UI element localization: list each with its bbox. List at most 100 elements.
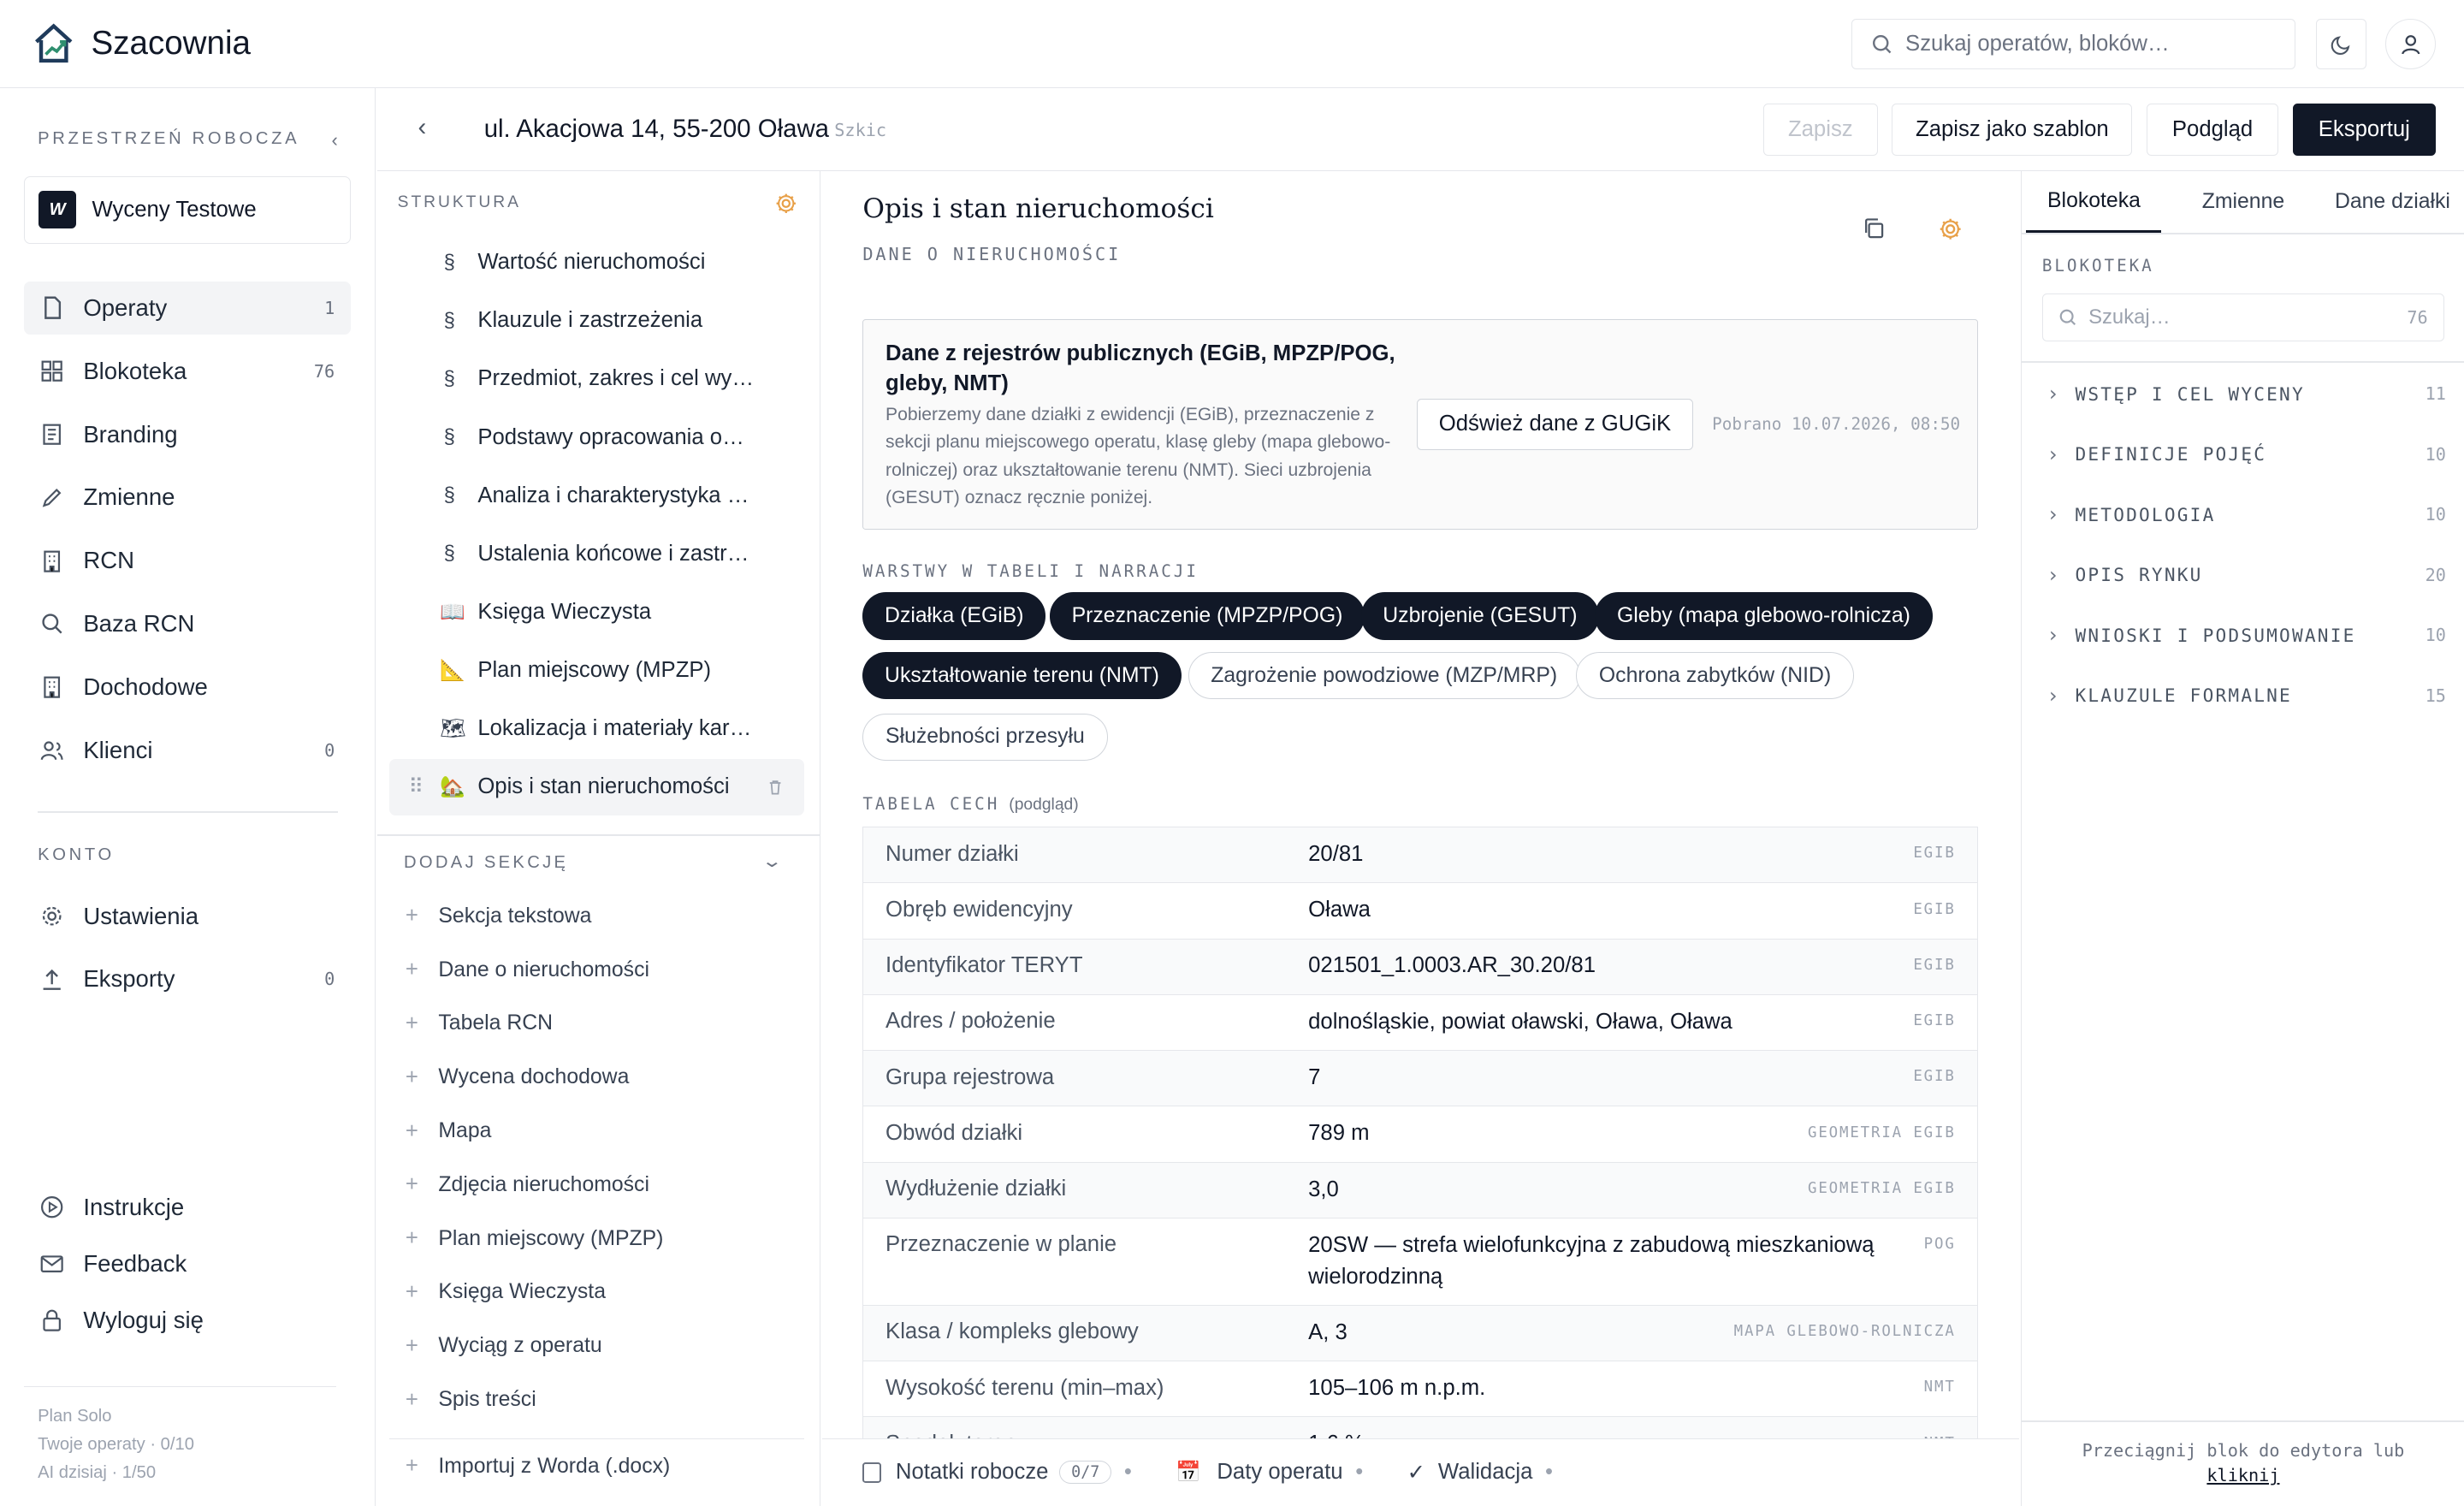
add-section-item[interactable]: + Plan miejscowy (MPZP) xyxy=(406,1221,664,1255)
save-button[interactable]: Zapisz xyxy=(1762,104,1878,156)
save-template-button[interactable]: Zapisz jako szablon xyxy=(1892,104,2133,156)
structure-gear-icon[interactable] xyxy=(774,192,798,216)
app-logo[interactable]: Szacownia xyxy=(32,21,251,65)
sidebar-item-instrukcje[interactable]: Instrukcje xyxy=(24,1180,351,1233)
blokoteka-search[interactable]: Szukaj… 76 xyxy=(2041,293,2445,341)
sidebar-item-rcn[interactable]: RCN xyxy=(24,534,351,587)
tab-zmienne[interactable]: Zmienne xyxy=(2171,171,2315,233)
structure-item[interactable]: 🗺 Lokalizacja i materiały kar… xyxy=(389,701,804,757)
sidebar-item-baza-rcn[interactable]: Baza RCN xyxy=(24,597,351,650)
layer-chip[interactable]: Służebności przesyłu xyxy=(862,713,1108,761)
blokoteka-category[interactable]: › WSTĘP I CEL WYCENY 11 xyxy=(2046,382,2446,406)
feature-value: 021501_1.0003.AR_30.20/81 xyxy=(1308,953,1596,978)
import-docx-button[interactable]: + Importuj z Worda (.docx) xyxy=(406,1449,670,1483)
structure-panel: STRUKTURA DODAJ SEKCJĘ ⌄ + Importuj z Wo… xyxy=(376,171,820,1506)
structure-item[interactable]: § Ustalenia końcowe i zastr… xyxy=(389,525,804,582)
layer-chip[interactable]: Zagrożenie powodziowe (MZP/MRP) xyxy=(1188,652,1580,700)
blokoteka-category[interactable]: › WNIOSKI I PODSUMOWANIE 10 xyxy=(2046,623,2446,647)
sidebar-item-eksporty[interactable]: Eksporty 0 xyxy=(24,952,351,1005)
add-section-item[interactable]: + Wycena dochodowa xyxy=(406,1060,630,1094)
sidebar-item-feedback[interactable]: Feedback xyxy=(24,1236,351,1290)
sidebar-item-klienci[interactable]: Klienci 0 xyxy=(24,724,351,777)
add-section-label-text: Plan miejscowy (MPZP) xyxy=(438,1226,664,1250)
feature-source: GEOMETRIA EGIB xyxy=(1807,1179,1956,1197)
collapse-sidebar-icon[interactable]: ‹ xyxy=(332,129,338,151)
blokoteka-category[interactable]: › DEFINICJE POJĘĆ 10 xyxy=(2046,442,2446,466)
user-avatar-button[interactable] xyxy=(2385,19,2436,69)
sidebar-item-operaty[interactable]: Operaty 1 xyxy=(23,281,351,335)
chevron-right-icon: › xyxy=(2046,562,2061,587)
sidebar-item-label: Eksporty xyxy=(83,965,175,993)
structure-item[interactable]: 📖 Księga Wieczysta xyxy=(389,584,804,641)
blokoteka-category[interactable]: › OPIS RYNKU 20 xyxy=(2046,563,2446,587)
user-icon xyxy=(2401,34,2420,55)
tab-blokoteka[interactable]: Blokoteka xyxy=(2026,171,2162,233)
tab-dane-dzialki[interactable]: Dane działki xyxy=(2320,171,2464,233)
structure-item[interactable]: § Przedmiot, zakres i cel wy… xyxy=(389,351,804,407)
validation-button[interactable]: Walidacja xyxy=(1438,1460,1532,1485)
blokoteka-footer: Przeciągnij blok do edytora lub kliknij xyxy=(2022,1438,2464,1489)
sidebar-item-ustawienia[interactable]: Ustawienia xyxy=(24,890,351,943)
preview-button[interactable]: Podgląd xyxy=(2146,104,2279,156)
sidebar-item-label: RCN xyxy=(83,547,134,574)
search-icon xyxy=(39,611,64,636)
section-gear-icon[interactable] xyxy=(1938,216,1963,241)
sidebar-item-blokoteka[interactable]: Blokoteka 76 xyxy=(24,345,351,398)
dates-button[interactable]: Daty operatu xyxy=(1217,1460,1342,1485)
layer-chip[interactable]: Przeznaczenie (MPZP/POG) xyxy=(1049,592,1365,640)
sidebar-item-zmienne[interactable]: Zmienne xyxy=(24,471,351,524)
blokoteka-category[interactable]: › KLAUZULE FORMALNE 15 xyxy=(2046,684,2446,708)
layer-chip[interactable]: Ukształtowanie terenu (NMT) xyxy=(862,652,1182,700)
trash-icon[interactable] xyxy=(767,779,784,796)
add-section-item[interactable]: + Tabela RCN xyxy=(406,1006,553,1041)
plus-icon: + xyxy=(405,1226,418,1251)
add-section-label-text: Spis treści xyxy=(438,1388,536,1412)
structure-item[interactable]: § Analiza i charakterystyka … xyxy=(389,467,804,524)
sidebar-item-branding[interactable]: Branding xyxy=(24,407,351,460)
table-row: Klasa / kompleks glebowy A, 3 MAPA GLEBOWO… xyxy=(863,1305,1978,1362)
add-section-item[interactable]: + Sekcja tekstowa xyxy=(406,899,592,934)
structure-item[interactable]: ⠿ 🏡 Opis i stan nieruchomości xyxy=(389,758,805,816)
sidebar-item-dochodowe[interactable]: Dochodowe xyxy=(24,661,351,714)
sidebar-item-label: Baza RCN xyxy=(83,610,195,637)
global-search[interactable]: Szukaj operatów, bloków… xyxy=(1851,19,2296,69)
plus-icon: + xyxy=(405,958,418,982)
add-section-item[interactable]: + Dane o nieruchomości xyxy=(406,952,649,987)
house-chart-icon xyxy=(34,23,73,63)
add-section-item[interactable]: + Księga Wieczysta xyxy=(406,1275,606,1309)
structure-item[interactable]: § Klauzule i zastrzeżenia xyxy=(389,293,804,349)
blokoteka-category[interactable]: › METODOLOGIA 10 xyxy=(2046,502,2446,526)
add-section-item[interactable]: + Spis treści xyxy=(406,1383,536,1417)
section-type-icon: § xyxy=(443,542,455,566)
footer-click-link[interactable]: kliknij xyxy=(2022,1463,2464,1488)
layer-chip[interactable]: Ochrona zabytków (NID) xyxy=(1576,652,1854,700)
app-name: Szacownia xyxy=(91,24,252,62)
layer-chip[interactable]: Uzbrojenie (GESUT) xyxy=(1360,592,1600,640)
notes-button[interactable]: Notatki robocze xyxy=(896,1460,1049,1485)
plus-icon: + xyxy=(405,1387,418,1412)
divider xyxy=(2021,361,2464,364)
plus-icon: + xyxy=(405,1172,418,1197)
feature-name: Wydłużenie działki xyxy=(886,1177,1067,1201)
layer-chip[interactable]: Gleby (mapa glebowo-rolnicza) xyxy=(1595,592,1933,640)
back-icon[interactable]: ‹ xyxy=(418,113,427,142)
copy-icon[interactable] xyxy=(1862,216,1886,240)
workspace-switcher[interactable]: W Wyceny Testowe xyxy=(23,175,351,244)
separator-dot: • xyxy=(1123,1460,1132,1485)
layer-chip[interactable]: Działka (EGiB) xyxy=(862,592,1046,640)
chevron-down-icon[interactable]: ⌄ xyxy=(761,851,783,872)
sidebar-item-wyloguj-się[interactable]: Wyloguj się xyxy=(24,1294,351,1347)
add-section-item[interactable]: + Zdjęcia nieruchomości xyxy=(406,1168,649,1202)
sidebar-item-count: 1 xyxy=(324,297,335,318)
structure-item[interactable]: § Podstawy opracowania o… xyxy=(389,409,804,465)
theme-toggle-button[interactable] xyxy=(2316,19,2367,69)
add-section-item[interactable]: + Mapa xyxy=(406,1114,492,1148)
drag-handle-icon[interactable]: ⠿ xyxy=(409,774,424,799)
main-editor: Opis i stan nieruchomości DANE O NIERUCH… xyxy=(822,171,2020,1438)
structure-item[interactable]: § Wartość nieruchomości xyxy=(389,234,804,291)
export-button[interactable]: Eksportuj xyxy=(2292,104,2436,156)
structure-item[interactable]: 📐 Plan miejscowy (MPZP) xyxy=(389,643,804,699)
users-icon xyxy=(39,738,64,762)
refresh-gugik-button[interactable]: Odśwież dane z GUGiK xyxy=(1416,398,1694,451)
add-section-item[interactable]: + Wyciąg z operatu xyxy=(406,1329,602,1363)
